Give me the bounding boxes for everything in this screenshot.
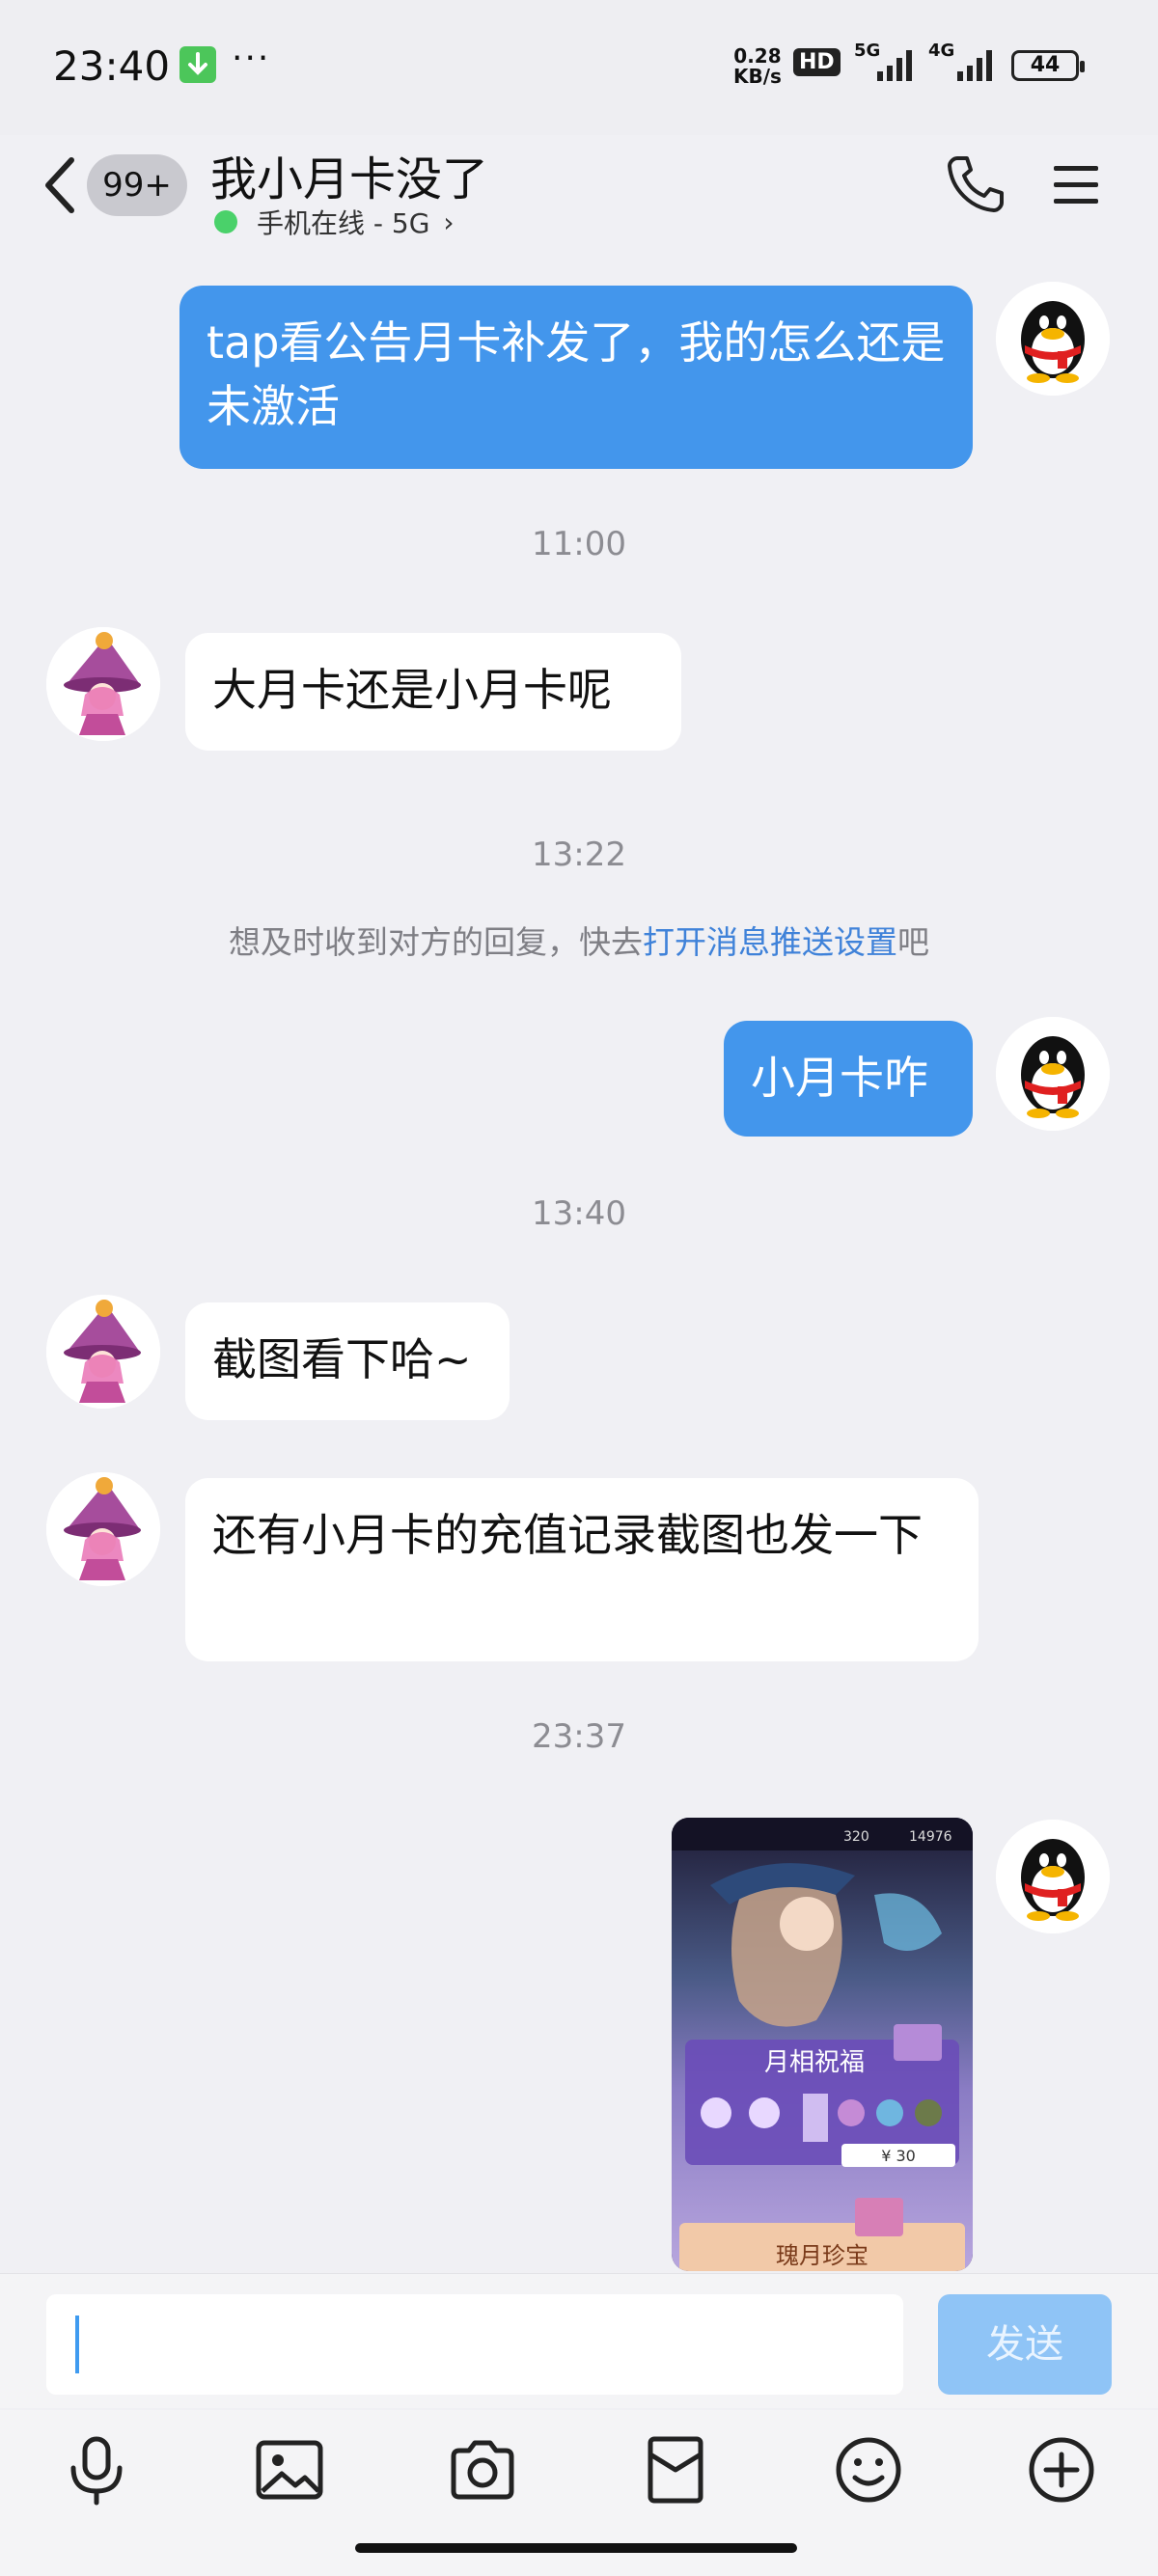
witch-character-icon	[46, 627, 160, 741]
send-button[interactable]: 发送	[938, 2294, 1112, 2395]
text-caret	[75, 2316, 79, 2373]
online-status[interactable]: 手机在线 - 5G ›	[214, 203, 455, 241]
message-bubble-incoming[interactable]: 大月卡还是小月卡呢	[185, 633, 681, 751]
unread-count-badge[interactable]: 99+	[87, 154, 187, 216]
my-avatar[interactable]	[996, 1017, 1110, 1131]
more-notifications-icon: ···	[232, 39, 271, 78]
img-topbar-b: 14976	[909, 1829, 952, 1845]
img-title2: 瑰月珍宝	[776, 2242, 868, 2269]
image-icon[interactable]	[253, 2433, 326, 2507]
message-text: 大月卡还是小月卡呢	[212, 664, 612, 716]
img-price: ¥ 30	[881, 2147, 916, 2165]
chat-title[interactable]: 我小月卡没了	[210, 141, 488, 208]
game-screenshot-thumbnail: 320 14976 月相祝福 ¥ 30 瑰月珍宝	[672, 1818, 973, 2271]
my-avatar[interactable]	[996, 282, 1110, 396]
message-bubble-incoming[interactable]: 截图看下哈~	[185, 1302, 510, 1420]
timestamp: 23:37	[532, 1717, 626, 1756]
phone-call-icon[interactable]	[944, 152, 1007, 216]
image-message[interactable]: 320 14976 月相祝福 ¥ 30 瑰月珍宝	[672, 1818, 973, 2271]
img-topbar-a: 320	[843, 1829, 869, 1845]
penguin-icon	[996, 1017, 1110, 1131]
hd-badge: HD	[793, 48, 841, 76]
contact-avatar[interactable]	[46, 627, 160, 741]
timestamp: 13:40	[532, 1194, 626, 1233]
network-speed: 0.28 KB/s	[733, 46, 782, 87]
home-indicator[interactable]	[355, 2543, 797, 2553]
message-text: 截图看下哈~	[212, 1333, 472, 1385]
message-bubble-outgoing[interactable]: 小月卡咋	[724, 1021, 973, 1137]
microphone-icon[interactable]	[60, 2433, 133, 2507]
online-dot-icon	[214, 210, 237, 233]
red-packet-icon[interactable]	[639, 2433, 712, 2507]
camera-icon[interactable]	[446, 2433, 519, 2507]
emoji-icon[interactable]	[832, 2433, 905, 2507]
witch-character-icon	[46, 1295, 160, 1409]
net2-label: 4G	[928, 41, 955, 61]
plus-icon[interactable]	[1025, 2433, 1098, 2507]
signal-4g-icon: 4G	[928, 41, 1002, 87]
message-text: tap看公告月卡补发了，我的怎么还是未激活	[207, 316, 946, 432]
message-text: 小月卡咋	[751, 1052, 928, 1104]
message-text: 还有小月卡的充值记录截图也发一下	[212, 1509, 923, 1561]
notice-text: 想及时收到对方的回复，快去	[229, 923, 643, 961]
battery-icon: 44	[1011, 50, 1085, 81]
message-bubble-outgoing[interactable]: tap看公告月卡补发了，我的怎么还是未激活	[179, 286, 973, 469]
img-title: 月相祝福	[764, 2048, 865, 2077]
penguin-icon	[996, 282, 1110, 396]
contact-avatar[interactable]	[46, 1472, 160, 1586]
speed-unit: KB/s	[733, 65, 782, 88]
status-time: 23:40	[53, 42, 171, 90]
back-arrow-icon[interactable]	[39, 154, 81, 216]
notice-suffix: 吧	[897, 923, 929, 961]
net1-label: 5G	[854, 41, 881, 61]
speed-value: 0.28	[733, 44, 782, 68]
witch-character-icon	[46, 1472, 160, 1586]
open-push-settings-link[interactable]: 打开消息推送设置	[643, 923, 897, 961]
download-icon	[179, 46, 216, 83]
signal-5g-icon: 5G	[854, 41, 922, 87]
timestamp: 11:00	[532, 525, 626, 563]
contact-avatar[interactable]	[46, 1295, 160, 1409]
my-avatar[interactable]	[996, 1820, 1110, 1933]
message-input[interactable]	[46, 2294, 903, 2395]
penguin-icon	[996, 1820, 1110, 1933]
status-bar: 23:40 ··· 0.28 KB/s HD 5G 4G 44	[0, 0, 1158, 135]
online-status-text: 手机在线 - 5G	[257, 207, 430, 239]
push-setting-notice: 想及时收到对方的回复，快去打开消息推送设置吧	[0, 917, 1158, 963]
message-bubble-incoming[interactable]: 还有小月卡的充值记录截图也发一下	[185, 1478, 979, 1661]
timestamp: 13:22	[532, 836, 626, 874]
menu-icon[interactable]	[1052, 162, 1100, 208]
chevron-right-icon: ›	[443, 206, 455, 238]
